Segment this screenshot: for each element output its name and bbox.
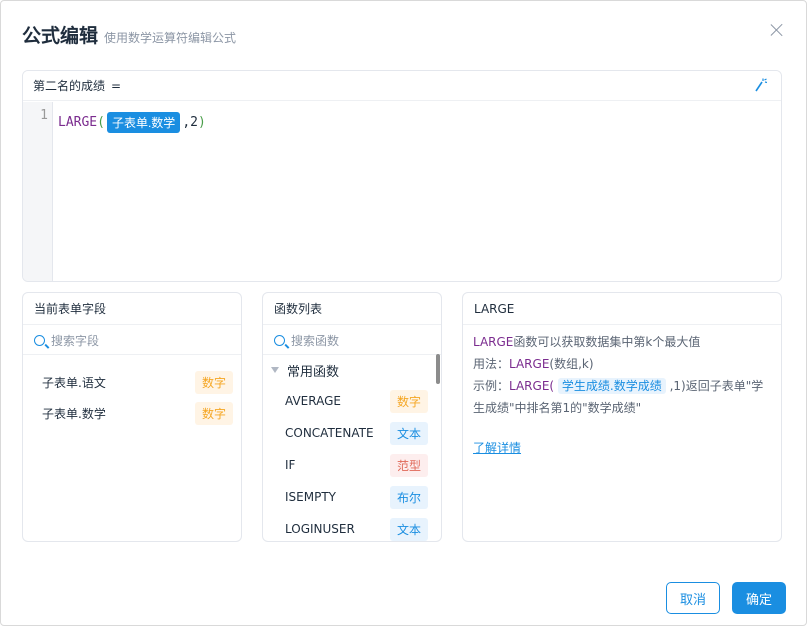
usage-args: (数组,k) <box>549 357 594 371</box>
learn-more-link[interactable]: 了解详情 <box>473 437 521 459</box>
function-token: LARGE <box>58 114 98 130</box>
field-search-input[interactable]: 搜索字段 <box>23 327 241 355</box>
dialog-title: 公式编辑 <box>22 25 99 47</box>
functions-panel-title: 函数列表 <box>263 293 441 325</box>
function-item-name: LOGINUSER <box>285 522 355 536</box>
line-number: 1 <box>40 108 48 123</box>
example-label: 示例： <box>473 379 510 393</box>
function-usage: 用法：LARGE(数组,k) <box>473 353 771 375</box>
open-paren: ( <box>97 114 105 130</box>
formula-editor: 第二名的成绩 = 1 LARGE ( 子表单.数学 ,2 ) <box>22 70 782 282</box>
line-gutter: 1 <box>23 102 53 281</box>
argument-token: ,2 <box>182 114 198 130</box>
type-badge: 范型 <box>389 453 428 477</box>
dialog-header: 公式编辑 使用数学运算符编辑公式 <box>22 21 236 49</box>
editor-header: 第二名的成绩 = <box>23 71 781 101</box>
info-panel-title: LARGE <box>463 293 781 325</box>
cancel-button[interactable]: 取消 <box>666 582 720 614</box>
magic-wand-icon[interactable] <box>753 78 767 92</box>
scrollbar[interactable] <box>436 354 440 384</box>
type-badge: 布尔 <box>389 485 428 509</box>
function-item-name: ISEMPTY <box>285 490 336 504</box>
function-item-name: IF <box>285 458 296 472</box>
search-icon <box>34 335 45 346</box>
dialog-subtitle: 使用数学运算符编辑公式 <box>104 31 237 45</box>
close-icon[interactable] <box>768 21 786 39</box>
field-item[interactable]: 子表单.数学 数字 <box>23 398 241 429</box>
fields-panel: 当前表单字段 搜索字段 子表单.语文 数字 子表单.数学 数字 <box>22 292 242 542</box>
function-search-input[interactable]: 搜索函数 <box>263 327 441 355</box>
type-badge: 数字 <box>389 389 428 413</box>
field-label: 第二名的成绩 <box>33 79 106 93</box>
desc-function-name: LARGE <box>473 335 514 349</box>
close-paren: ) <box>197 114 206 130</box>
field-item[interactable]: 子表单.语文 数字 <box>23 367 241 398</box>
field-item-label: 子表单.数学 <box>42 407 106 421</box>
function-item[interactable]: LOGINUSER 文本 <box>263 513 441 541</box>
function-item-name: AVERAGE <box>285 394 341 408</box>
function-info-panel: LARGE LARGE函数可以获取数据集中第k个最大值 用法：LARGE(数组,… <box>462 292 782 542</box>
field-item-label: 子表单.语文 <box>42 376 106 390</box>
usage-function-name: LARGE <box>509 357 550 371</box>
usage-label: 用法： <box>473 357 510 371</box>
example-field-chip: 学生成绩.数学成绩 <box>557 378 666 394</box>
code-area[interactable]: 1 LARGE ( 子表单.数学 ,2 ) <box>23 102 781 281</box>
search-icon <box>274 335 285 346</box>
function-item-name: CONCATENATE <box>285 426 374 440</box>
functions-panel: 函数列表 搜索函数 常用函数 AVERAGE 数字 CONCATENATE 文本… <box>262 292 442 542</box>
confirm-button[interactable]: 确定 <box>732 582 786 614</box>
function-description: LARGE函数可以获取数据集中第k个最大值 <box>473 331 771 353</box>
function-example: 示例：LARGE( 学生成绩.数学成绩 ,1)返回子表单"学生成绩"中排名第1的… <box>473 375 771 419</box>
example-function-name: LARGE( <box>509 379 555 393</box>
fields-panel-title: 当前表单字段 <box>23 293 241 325</box>
function-group-header[interactable]: 常用函数 <box>263 355 441 385</box>
type-badge: 文本 <box>389 421 428 445</box>
field-search-placeholder: 搜索字段 <box>51 334 100 348</box>
caret-down-icon <box>271 367 279 373</box>
function-group-label: 常用函数 <box>287 364 340 380</box>
desc-text: 函数可以获取数据集中第k个最大值 <box>513 335 701 349</box>
function-item[interactable]: AVERAGE 数字 <box>263 385 441 417</box>
type-badge: 数字 <box>194 371 233 394</box>
function-item[interactable]: IF 范型 <box>263 449 441 481</box>
info-body: LARGE函数可以获取数据集中第k个最大值 用法：LARGE(数组,k) 示例：… <box>463 325 781 465</box>
formula-dialog: 公式编辑 使用数学运算符编辑公式 第二名的成绩 = 1 LARGE ( 子表单.… <box>0 0 807 626</box>
function-item[interactable]: CONCATENATE 文本 <box>263 417 441 449</box>
equals-sign: = <box>111 78 122 93</box>
function-item[interactable]: ISEMPTY 布尔 <box>263 481 441 513</box>
code-line[interactable]: LARGE ( 子表单.数学 ,2 ) <box>53 107 206 133</box>
type-badge: 文本 <box>389 517 428 541</box>
function-search-placeholder: 搜索函数 <box>291 334 340 348</box>
type-badge: 数字 <box>194 402 233 425</box>
field-chip[interactable]: 子表单.数学 <box>106 111 181 133</box>
